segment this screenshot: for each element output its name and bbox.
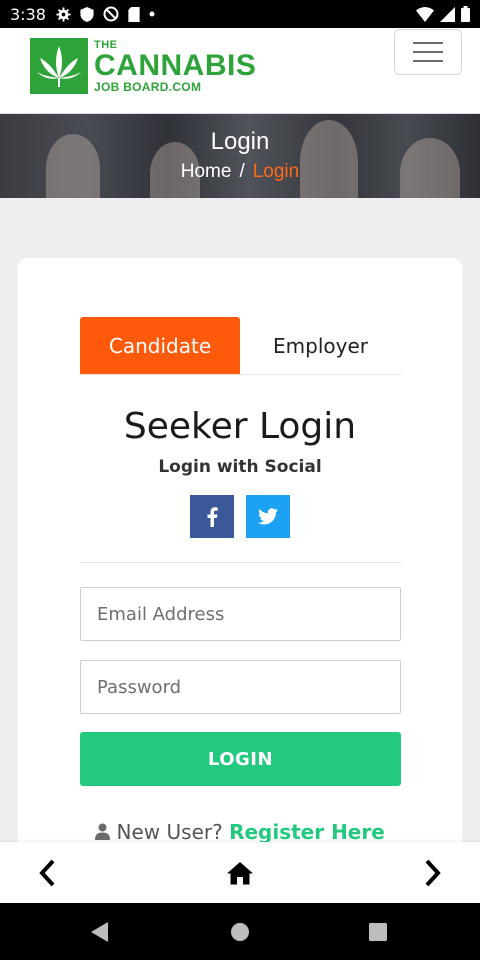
hamburger-menu-button[interactable] — [394, 29, 462, 75]
back-triangle-icon — [91, 922, 108, 942]
status-time: 3:38 — [10, 4, 46, 24]
status-system-icons — [416, 6, 470, 22]
bottom-navigation — [0, 842, 480, 903]
register-link[interactable]: Register Here — [229, 820, 385, 844]
system-recents-button[interactable] — [366, 920, 390, 944]
system-back-button[interactable] — [88, 920, 112, 944]
system-home-button[interactable] — [228, 920, 252, 944]
logo-line-3: JOB BOARD.COM — [94, 79, 202, 94]
facebook-login-button[interactable] — [190, 495, 234, 538]
tab-employer[interactable]: Employer — [240, 317, 401, 374]
dot-icon — [149, 11, 155, 17]
divider — [80, 562, 401, 563]
twitter-login-button[interactable] — [246, 495, 290, 538]
recents-square-icon — [369, 923, 387, 941]
register-prompt: New User? Register Here — [18, 820, 462, 844]
user-icon — [95, 823, 111, 840]
settings-icon — [56, 6, 71, 22]
page-banner: Login Home / Login — [0, 114, 480, 198]
chevron-left-icon — [39, 859, 55, 887]
breadcrumb: Home / Login — [0, 161, 480, 183]
page-title: Login — [210, 128, 270, 155]
status-notification-icons — [56, 6, 155, 22]
home-nav-button[interactable] — [223, 856, 257, 890]
home-circle-icon — [231, 923, 249, 941]
breadcrumb-separator: / — [239, 161, 245, 182]
shield-icon — [80, 6, 94, 22]
breadcrumb-home-link[interactable]: Home — [181, 161, 232, 182]
login-card: Candidate Employer Seeker Login Login wi… — [18, 258, 462, 898]
tab-candidate[interactable]: Candidate — [80, 317, 240, 374]
status-bar: 3:38 — [0, 0, 480, 28]
hamburger-icon-line — [413, 60, 443, 62]
home-icon — [227, 862, 253, 885]
email-field[interactable] — [80, 587, 401, 641]
signal-icon — [440, 6, 455, 22]
breadcrumb-current: Login — [252, 161, 300, 182]
do-not-disturb-icon — [103, 6, 119, 22]
social-login-heading: Login with Social — [158, 457, 322, 477]
password-field[interactable] — [80, 660, 401, 714]
logo-wordmark: THE CANNABIS JOB BOARD.COM — [94, 39, 257, 94]
login-heading: Seeker Login — [123, 406, 357, 447]
logo-line-2: CANNABIS — [94, 48, 257, 82]
site-logo[interactable]: THE CANNABIS JOB BOARD.COM — [30, 38, 256, 94]
battery-icon — [461, 6, 470, 22]
hamburger-icon — [413, 42, 443, 44]
wifi-icon — [416, 6, 434, 22]
system-navigation-bar — [0, 903, 480, 960]
new-user-text: New User? — [116, 820, 223, 844]
cannabis-leaf-icon — [30, 38, 88, 94]
site-header: THE CANNABIS JOB BOARD.COM — [0, 28, 480, 114]
hamburger-icon-line — [413, 51, 443, 53]
login-button[interactable]: LOGIN — [80, 732, 401, 786]
forward-nav-button[interactable] — [416, 856, 450, 890]
login-type-tabs: Candidate Employer — [80, 317, 401, 375]
social-login-buttons — [190, 495, 290, 538]
twitter-icon — [258, 508, 278, 525]
back-nav-button[interactable] — [30, 856, 64, 890]
facebook-icon — [207, 506, 218, 527]
chevron-right-icon — [425, 859, 441, 887]
sd-card-icon — [128, 6, 140, 22]
